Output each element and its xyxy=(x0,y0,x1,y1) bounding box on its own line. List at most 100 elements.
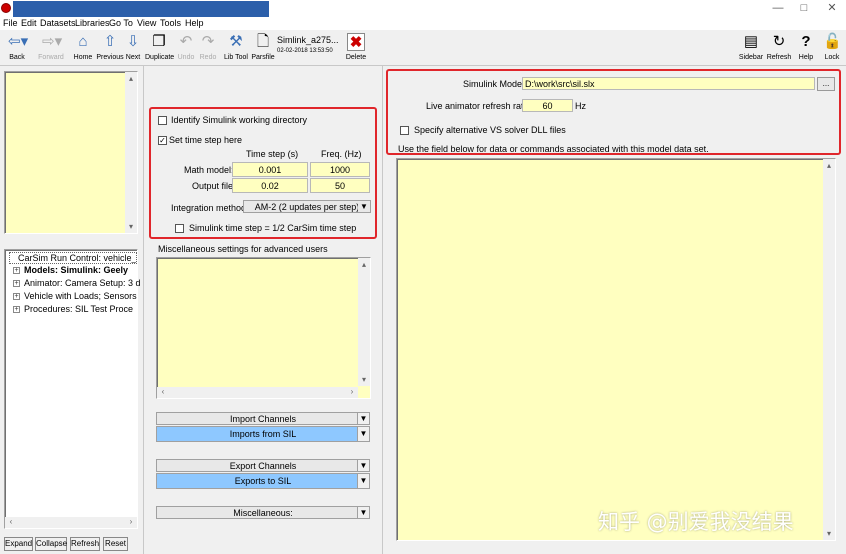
up-arrow-icon: ⇧ xyxy=(103,33,117,50)
maximize-button[interactable]: □ xyxy=(790,1,818,16)
tree-expander-icon[interactable]: + xyxy=(13,306,20,313)
browse-button[interactable]: ... xyxy=(817,77,835,91)
model-vscrollbar[interactable]: ▴ ▾ xyxy=(823,159,835,540)
math-model-freq-input[interactable]: 1000 xyxy=(310,162,370,177)
exports-to-sil-select[interactable]: Exports to SIL ▼ xyxy=(156,473,370,489)
tree-hscrollbar[interactable]: ‹ › xyxy=(5,517,137,528)
integration-method-select[interactable]: AM-2 (2 updates per step) ▼ xyxy=(243,200,371,213)
refresh-rate-unit: Hz xyxy=(575,101,586,111)
timestep-column-header: Time step (s) xyxy=(246,149,299,159)
math-model-label: Math model: xyxy=(184,165,234,175)
output-file-freq-input[interactable]: 50 xyxy=(310,178,370,193)
tree-item-vehicle[interactable]: Vehicle with Loads; Sensors xyxy=(24,290,137,302)
scroll-down-arrow-icon: ▾ xyxy=(361,375,366,384)
scroll-up-arrow-icon: ▴ xyxy=(361,260,366,269)
scroll-left-arrow-icon: ‹ xyxy=(9,517,13,526)
forward-button[interactable]: ⇨▾ Forward xyxy=(35,31,67,65)
scroll-down-arrow-icon: ▾ xyxy=(826,529,831,538)
tree-expander-icon[interactable]: + xyxy=(13,280,20,287)
scroll-up-arrow-icon: ▴ xyxy=(128,74,133,83)
scroll-left-arrow-icon: ‹ xyxy=(161,387,165,396)
notes-scrollbar[interactable]: ▴ ▾ xyxy=(125,72,137,233)
tree-expander-icon[interactable]: + xyxy=(13,293,20,300)
redo-button[interactable]: ↷ Redo xyxy=(198,31,218,65)
app-icon xyxy=(1,3,11,13)
integration-method-label: Integration method: xyxy=(171,203,249,213)
dropdown-arrow-icon: ▼ xyxy=(357,474,369,488)
next-button[interactable]: ⇩ Next xyxy=(124,31,142,65)
menu-libraries[interactable]: Libraries xyxy=(75,17,110,30)
identify-dir-checkbox[interactable] xyxy=(158,116,167,125)
output-file-label: Output file: xyxy=(192,181,236,191)
close-button[interactable]: ✕ xyxy=(818,1,846,16)
tree-panel: CarSim Run Control: vehicle_s + Models: … xyxy=(4,249,141,529)
export-channels-select[interactable]: Export Channels ▼ xyxy=(156,459,370,472)
toolbar: ⇦▾ Back ⇨▾ Forward ⌂ Home ⇧ Previous ⇩ N… xyxy=(0,31,846,66)
undo-icon: ↶ xyxy=(179,33,193,50)
duplicate-button[interactable]: ❐ Duplicate xyxy=(145,31,174,65)
tree-expander-icon[interactable]: + xyxy=(13,267,20,274)
dropdown-arrow-icon: ▼ xyxy=(357,427,369,441)
watermark: 知乎 @别爱我没结果 xyxy=(598,510,794,534)
refresh-rate-input[interactable]: 60 xyxy=(522,99,573,112)
imports-from-sil-select[interactable]: Imports from SIL ▼ xyxy=(156,426,370,442)
menu-edit[interactable]: Edit xyxy=(21,17,37,30)
lib-tool-button[interactable]: ⚒ Lib Tool xyxy=(223,31,249,65)
miscellaneous-select[interactable]: Miscellaneous: ▼ xyxy=(156,506,370,519)
forward-arrow-icon: ⇨▾ xyxy=(42,33,63,50)
misc-hscrollbar[interactable]: ‹ › xyxy=(157,387,358,398)
set-timestep-checkbox[interactable]: ✓ xyxy=(158,136,167,145)
back-button[interactable]: ⇦▾ Back xyxy=(2,31,32,65)
output-file-timestep-input[interactable]: 0.02 xyxy=(232,178,308,193)
field-note: Use the field below for data or commands… xyxy=(398,144,709,154)
half-step-label: Simulink time step = 1/2 CarSim time ste… xyxy=(189,223,357,233)
refresh-button[interactable]: Refresh xyxy=(70,537,100,551)
menu-help[interactable]: Help xyxy=(185,17,204,30)
simulink-model-path-input[interactable]: D:\work\src\sil.slx xyxy=(522,77,815,90)
import-channels-select[interactable]: Import Channels ▼ xyxy=(156,412,370,425)
half-step-checkbox[interactable] xyxy=(175,224,184,233)
help-button[interactable]: ? Help xyxy=(795,31,817,65)
menu-goto[interactable]: Go To xyxy=(109,17,133,30)
menu-tools[interactable]: Tools xyxy=(160,17,181,30)
scroll-up-arrow-icon: ▴ xyxy=(826,161,831,170)
misc-vscrollbar[interactable]: ▴ ▾ xyxy=(358,258,370,386)
collapse-button[interactable]: Collapse xyxy=(35,537,67,551)
menu-view[interactable]: View xyxy=(137,17,156,30)
duplicate-icon: ❐ xyxy=(152,33,166,50)
question-icon: ? xyxy=(801,33,811,50)
set-timestep-label: Set time step here xyxy=(169,135,243,145)
window-title xyxy=(13,1,269,17)
expand-button[interactable]: Expand xyxy=(4,537,33,551)
misc-settings-textarea[interactable]: ▴ ▾ ‹ › xyxy=(156,257,371,399)
dropdown-arrow-icon: ▼ xyxy=(357,507,369,518)
tree-item-procedures[interactable]: Procedures: SIL Test Proce xyxy=(24,303,133,315)
home-button[interactable]: ⌂ Home xyxy=(72,31,94,65)
simulink-model-label: Simulink Model: xyxy=(463,79,527,89)
freq-column-header: Freq. (Hz) xyxy=(321,149,362,159)
panel-divider xyxy=(382,66,383,554)
reset-button[interactable]: Reset xyxy=(103,537,128,551)
notes-panel[interactable]: ▴ ▾ xyxy=(4,71,138,234)
lock-button[interactable]: 🔓 Lock xyxy=(822,31,842,65)
undo-button[interactable]: ↶ Undo xyxy=(176,31,196,65)
sidebar-button[interactable]: ▤ Sidebar xyxy=(738,31,764,65)
menu-datasets[interactable]: Datasets xyxy=(40,17,76,30)
dropdown-arrow-icon: ▼ xyxy=(357,413,369,424)
parsfile-button[interactable]: 🗋 Parsfile xyxy=(251,31,275,65)
panel-divider xyxy=(143,66,144,554)
scroll-right-arrow-icon: › xyxy=(350,387,354,396)
refresh-toolbar-button[interactable]: ↻ Refresh xyxy=(766,31,792,65)
minimize-button[interactable]: — xyxy=(764,1,792,16)
menu-file[interactable]: File xyxy=(3,17,18,30)
math-model-timestep-input[interactable]: 0.001 xyxy=(232,162,308,177)
scroll-right-arrow-icon: › xyxy=(129,517,133,526)
tree-item-models[interactable]: Models: Simulink: Geely xyxy=(24,264,128,276)
vs-solver-checkbox[interactable] xyxy=(400,126,409,135)
document-icon: 🗋 xyxy=(256,33,270,50)
tree-root[interactable]: CarSim Run Control: vehicle_s xyxy=(9,252,137,264)
previous-button[interactable]: ⇧ Previous xyxy=(96,31,124,65)
tree-item-animator[interactable]: Animator: Camera Setup: 3 d xyxy=(24,277,141,289)
delete-button[interactable]: ✖ Delete xyxy=(344,31,368,65)
model-data-textarea[interactable]: ▴ ▾ xyxy=(396,158,836,541)
